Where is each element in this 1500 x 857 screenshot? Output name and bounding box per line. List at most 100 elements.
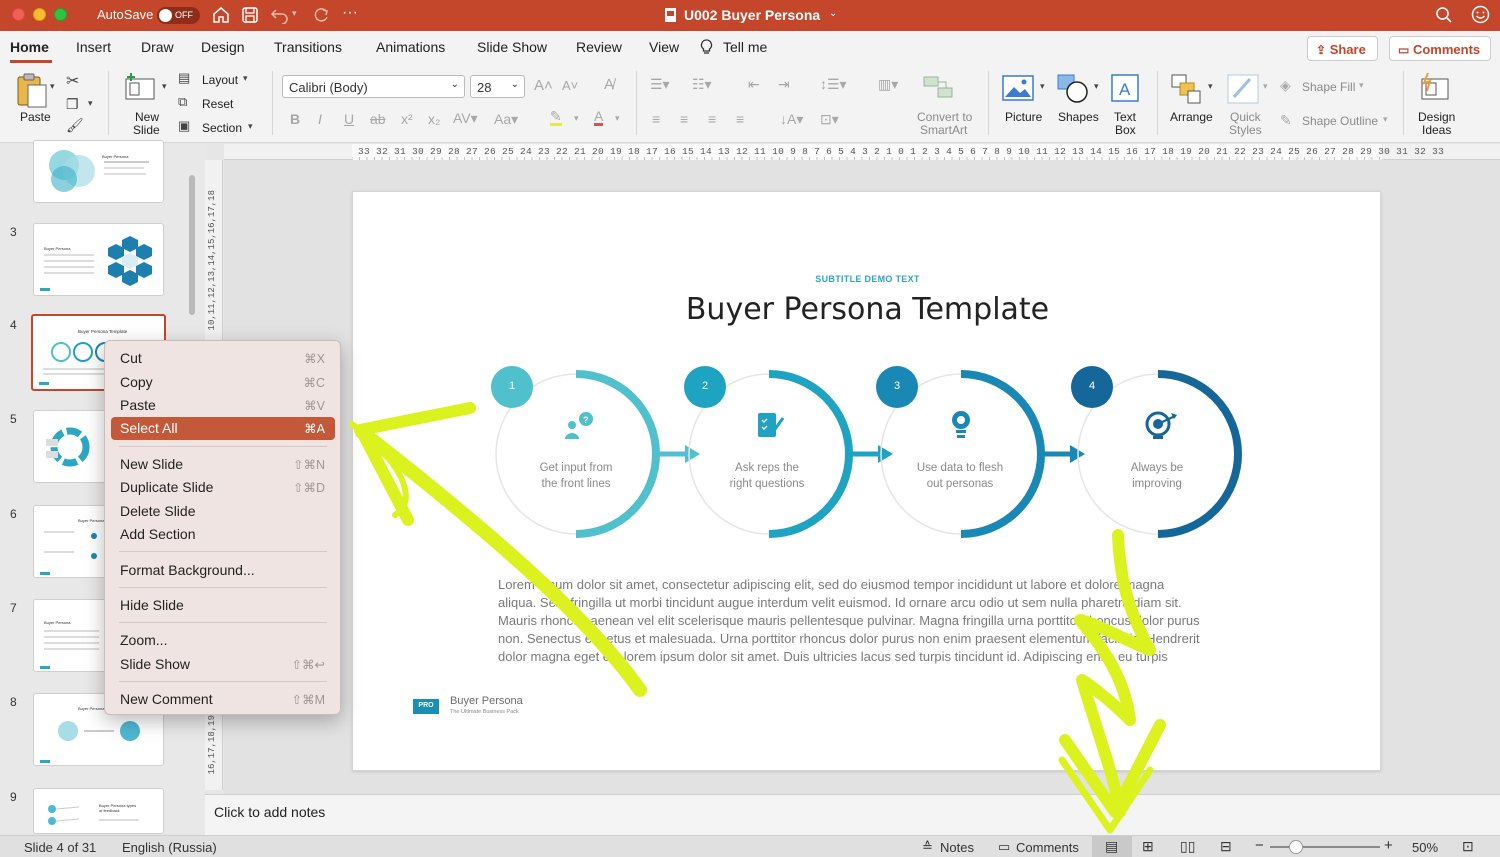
superscript-icon[interactable]: x² <box>401 111 413 127</box>
font-color-dropdown-icon[interactable]: ▾ <box>615 113 620 124</box>
slide-thumbnail[interactable]: Buyer Persona <box>33 223 164 296</box>
font-color-icon[interactable]: A <box>594 109 604 126</box>
process-diagram[interactable]: ? <box>353 192 1382 772</box>
shape-outline-icon[interactable]: ✎ <box>1280 112 1292 129</box>
font-size-select[interactable]: 28 ⌄ <box>470 75 525 98</box>
clear-formatting-icon[interactable]: A̸ <box>604 76 614 93</box>
tab-view[interactable]: View <box>649 39 679 55</box>
new-slide-label-1[interactable]: New <box>135 110 159 124</box>
arrange-dropdown-icon[interactable]: ▾ <box>1208 81 1213 92</box>
zoom-slider[interactable] <box>1270 846 1380 848</box>
comments-toggle-button[interactable]: Comments <box>1016 840 1079 855</box>
highlight-dropdown-icon[interactable]: ▾ <box>574 113 579 124</box>
undo-dropdown-icon[interactable]: ▾ <box>292 8 297 19</box>
convert-smartart-label-1[interactable]: Convert to <box>917 110 972 124</box>
quick-styles-icon[interactable] <box>1226 73 1260 105</box>
zoom-out-icon[interactable]: − <box>1255 837 1264 854</box>
line-spacing-icon[interactable]: ↕☰▾ <box>820 76 847 93</box>
menu-item-add-section[interactable]: Add Section <box>111 523 335 546</box>
language-indicator[interactable]: English (Russia) <box>122 840 217 855</box>
cut-icon[interactable]: ✂ <box>66 71 79 91</box>
text-direction-icon[interactable]: ↓A▾ <box>780 111 803 128</box>
step-caption[interactable]: Ask reps the right questions <box>702 460 832 492</box>
tab-transitions[interactable]: Transitions <box>274 39 342 55</box>
autosave-toggle[interactable]: OFF <box>157 7 200 24</box>
layout-icon[interactable]: ▤ <box>178 70 190 86</box>
tab-home[interactable]: Home <box>10 39 49 55</box>
shapes-dropdown-icon[interactable]: ▾ <box>1094 81 1099 92</box>
italic-icon[interactable]: I <box>318 111 322 127</box>
reset-icon[interactable]: ⧉ <box>178 94 187 110</box>
picture-label[interactable]: Picture <box>1005 110 1042 124</box>
character-spacing-icon[interactable]: AV▾ <box>453 110 478 127</box>
menu-item-zoom[interactable]: Zoom... <box>111 629 335 652</box>
menu-item-hide-slide[interactable]: Hide Slide <box>111 594 335 617</box>
bold-icon[interactable]: B <box>290 111 300 127</box>
strikethrough-icon[interactable]: ab <box>370 111 386 127</box>
align-right-icon[interactable]: ≡ <box>708 111 716 127</box>
decrease-font-icon[interactable]: A˅ <box>562 78 578 93</box>
menu-item-cut[interactable]: Cut ⌘X <box>111 347 335 370</box>
bullets-icon[interactable]: ☰▾ <box>650 76 670 93</box>
zoom-slider-handle[interactable] <box>1289 840 1303 854</box>
menu-item-delete-slide[interactable]: Delete Slide <box>111 500 335 523</box>
underline-icon[interactable]: U <box>344 111 354 127</box>
font-name-select[interactable]: Calibri (Body) ⌄ <box>282 75 465 98</box>
shape-outline-dropdown-icon[interactable]: ▾ <box>1383 114 1388 125</box>
text-box-label-2[interactable]: Box <box>1115 123 1136 137</box>
share-button[interactable]: ⇪ Share <box>1307 36 1378 61</box>
align-left-icon[interactable]: ≡ <box>652 111 660 127</box>
title-chevron-icon[interactable]: ⌄ <box>829 8 837 19</box>
menu-item-new-comment[interactable]: New Comment ⇧⌘M <box>111 688 335 711</box>
tab-animations[interactable]: Animations <box>376 39 445 55</box>
search-icon[interactable] <box>1435 6 1453 24</box>
close-window-button[interactable] <box>12 8 25 21</box>
zoom-level[interactable]: 50% <box>1412 840 1438 855</box>
zoom-in-icon[interactable]: + <box>1384 837 1393 854</box>
paste-icon[interactable] <box>14 71 50 109</box>
notes-toggle-button[interactable]: Notes <box>940 840 974 855</box>
menu-item-paste[interactable]: Paste ⌘V <box>111 394 335 417</box>
new-slide-icon[interactable] <box>124 71 158 103</box>
slide-sorter-view-icon[interactable]: ⊞ <box>1142 838 1154 855</box>
step-caption[interactable]: Always be improving <box>1092 460 1222 492</box>
picture-dropdown-icon[interactable]: ▾ <box>1040 81 1045 92</box>
subscript-icon[interactable]: x₂ <box>428 111 440 127</box>
copy-icon[interactable]: ❐ <box>66 96 79 113</box>
tell-me-search[interactable]: Tell me <box>723 39 767 55</box>
decrease-indent-icon[interactable]: ⇤ <box>748 76 760 93</box>
copy-dropdown-icon[interactable]: ▾ <box>88 98 93 109</box>
design-ideas-label-2[interactable]: Ideas <box>1422 123 1451 137</box>
more-icon[interactable]: ··· <box>342 4 358 22</box>
menu-item-copy[interactable]: Copy ⌘C <box>111 371 335 394</box>
arrange-label[interactable]: Arrange <box>1170 110 1213 124</box>
shapes-label[interactable]: Shapes <box>1058 110 1099 124</box>
shape-outline-button[interactable]: Shape Outline <box>1302 114 1378 128</box>
align-text-icon[interactable]: ⊡▾ <box>820 111 839 128</box>
columns-icon[interactable]: ▥▾ <box>878 76 898 93</box>
layout-button[interactable]: Layout <box>202 73 238 87</box>
smartart-icon[interactable] <box>922 73 956 101</box>
convert-smartart-label-2[interactable]: SmartArt <box>920 123 967 137</box>
quick-styles-label-2[interactable]: Styles <box>1229 123 1262 137</box>
shape-fill-dropdown-icon[interactable]: ▾ <box>1359 80 1364 91</box>
shape-fill-button[interactable]: Shape Fill <box>1302 80 1355 94</box>
comments-button[interactable]: ▭ Comments <box>1389 36 1491 61</box>
smiley-feedback-icon[interactable] <box>1471 5 1490 24</box>
menu-item-format-background[interactable]: Format Background... <box>111 559 335 582</box>
fit-to-window-icon[interactable]: ⊡ <box>1462 838 1474 855</box>
quick-styles-label-1[interactable]: Quick <box>1230 110 1261 124</box>
thumbnail-scrollbar[interactable] <box>189 175 195 315</box>
new-slide-dropdown-icon[interactable]: ▾ <box>162 81 167 92</box>
home-icon[interactable] <box>212 6 230 24</box>
paste-dropdown-icon[interactable]: ▾ <box>50 81 55 92</box>
redo-icon[interactable] <box>312 6 330 24</box>
step-caption[interactable]: Use data to flesh out personas <box>895 460 1025 492</box>
menu-item-new-slide[interactable]: New Slide ⇧⌘N <box>111 453 335 476</box>
paste-label[interactable]: Paste <box>20 110 51 124</box>
notes-pane[interactable]: Click to add notes <box>205 794 1500 835</box>
reading-view-icon[interactable]: ▯▯ <box>1180 838 1195 855</box>
save-icon[interactable] <box>241 6 259 24</box>
current-slide[interactable]: SUBTITLE DEMO TEXT Buyer Persona Templat… <box>352 191 1381 771</box>
increase-indent-icon[interactable]: ⇥ <box>778 76 790 93</box>
